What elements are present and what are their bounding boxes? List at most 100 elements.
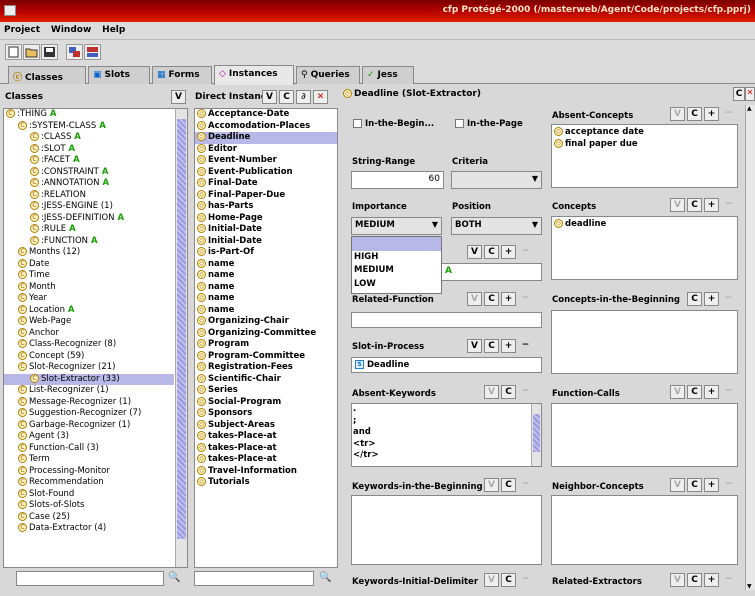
instance-list-item[interactable]: ◇ Organizing-Committee bbox=[195, 327, 337, 340]
function-calls-remove-button[interactable]: − bbox=[721, 385, 736, 399]
concepts-begin-add-button[interactable]: + bbox=[704, 292, 719, 306]
instance-list-item[interactable]: ◇ has-Parts bbox=[195, 201, 337, 213]
instance-list-item[interactable]: ◇ Event-Number bbox=[195, 155, 337, 167]
class-tree-item[interactable]: C Function-Call (3) bbox=[4, 442, 174, 455]
concepts-list[interactable]: ◇ deadline bbox=[551, 216, 738, 280]
function-calls-list[interactable] bbox=[551, 403, 738, 467]
neighbor-concepts-add-button[interactable]: + bbox=[704, 478, 719, 492]
absent-keywords-v-button[interactable]: V bbox=[484, 385, 499, 399]
instance-list-item[interactable]: ◇ Sponsors bbox=[195, 408, 337, 420]
related-extractors-add-button[interactable]: + bbox=[704, 573, 719, 587]
class-tree-item[interactable]: C:RELATION bbox=[4, 189, 174, 202]
related-extractors-remove-button[interactable]: − bbox=[721, 573, 736, 587]
position-select[interactable]: BOTH ▼ bbox=[451, 217, 542, 235]
absent-concepts-list[interactable]: ◇ acceptance date ◇ final paper due bbox=[551, 124, 738, 188]
concepts-add-button[interactable]: + bbox=[704, 198, 719, 212]
class-tree-item[interactable]: C:JESS-ENGINE (1) bbox=[4, 201, 174, 213]
instance-list-item[interactable]: ◇ Accomodation-Places bbox=[195, 120, 337, 133]
class-tree[interactable]: C:THING A C:SYSTEM-CLASS A C:CLASS A C:SLOT… bbox=[3, 108, 188, 568]
instance-list-item[interactable]: ◇ name bbox=[195, 293, 337, 305]
instance-list-item[interactable]: ◇ Home-Page bbox=[195, 212, 337, 225]
instance-list-item[interactable]: ◇ name bbox=[195, 304, 337, 317]
keywords-begin-remove-button[interactable]: − bbox=[518, 478, 533, 492]
class-tree-item[interactable]: C Slots-of-Slots bbox=[4, 500, 174, 512]
class-tree-item[interactable]: C Message-Recognizer (1) bbox=[4, 396, 174, 409]
neighbor-concepts-list[interactable] bbox=[551, 495, 738, 565]
instance-search-input[interactable] bbox=[194, 571, 314, 586]
absent-keyword-item[interactable]: . bbox=[353, 404, 523, 416]
keywords-begin-v-button[interactable]: V bbox=[484, 478, 499, 492]
neighbor-concepts-v-button[interactable]: V bbox=[670, 478, 685, 492]
class-tree-item[interactable]: C Concept (59) bbox=[4, 350, 174, 363]
instance-list-item[interactable]: ◇ takes-Place-at bbox=[195, 431, 337, 443]
class-tree-item[interactable]: C Data-Extractor (4) bbox=[4, 523, 174, 535]
scroll-down-icon[interactable]: ▼ bbox=[747, 583, 752, 590]
keywords-begin-list[interactable] bbox=[351, 495, 542, 565]
cascade-windows-icon[interactable] bbox=[66, 44, 83, 60]
absent-keyword-item[interactable]: ; bbox=[353, 416, 523, 428]
open-project-icon[interactable] bbox=[23, 44, 40, 60]
tile-windows-icon[interactable] bbox=[84, 44, 101, 60]
absent-concepts-remove-button[interactable]: − bbox=[721, 107, 736, 121]
concepts-v-button[interactable]: V bbox=[670, 198, 685, 212]
class-tree-scrollbar[interactable] bbox=[175, 109, 187, 567]
instance-list-item[interactable]: ◇ takes-Place-at bbox=[195, 442, 337, 455]
importance-option[interactable] bbox=[352, 237, 441, 251]
view-class-button[interactable]: V bbox=[171, 90, 186, 104]
absent-keywords-remove-button[interactable]: − bbox=[518, 385, 533, 399]
tab-classes[interactable]: ⓒ Classes bbox=[8, 66, 86, 84]
view-instance-button[interactable]: V bbox=[262, 90, 277, 104]
absent-keywords-c-button[interactable]: C bbox=[501, 385, 516, 399]
related-function-v-button[interactable]: V bbox=[467, 292, 482, 306]
related-function-add-button[interactable]: + bbox=[501, 292, 516, 306]
tab-slots[interactable]: ▣ Slots bbox=[88, 66, 150, 84]
concept-item[interactable]: ◇ acceptance date bbox=[554, 127, 644, 139]
class-tree-item[interactable]: C:RULE A bbox=[4, 224, 174, 236]
class-tree-item[interactable]: C Processing-Monitor bbox=[4, 465, 174, 478]
slot-add-button[interactable]: + bbox=[501, 245, 516, 259]
delete-instance-button[interactable]: ✕ bbox=[313, 90, 328, 104]
keywords-begin-c-button[interactable]: C bbox=[501, 478, 516, 492]
class-tree-item[interactable]: C Date bbox=[4, 258, 174, 271]
instance-list-item[interactable]: ◇ Travel-Information bbox=[195, 465, 337, 478]
importance-option[interactable]: HIGH bbox=[352, 251, 441, 265]
concepts-c-button[interactable]: C bbox=[687, 198, 702, 212]
window-menu-icon[interactable] bbox=[4, 5, 16, 16]
neighbor-concepts-c-button[interactable]: C bbox=[687, 478, 702, 492]
class-tree-scroll-thumb[interactable] bbox=[177, 119, 186, 539]
instance-list-item[interactable]: ◇ Registration-Fees bbox=[195, 362, 337, 374]
class-tree-item[interactable]: C Anchor bbox=[4, 327, 174, 340]
function-calls-c-button[interactable]: C bbox=[687, 385, 702, 399]
importance-option[interactable]: LOW bbox=[352, 278, 441, 292]
in-the-page-checkbox[interactable]: In-the-Page bbox=[455, 119, 523, 129]
instance-list-item[interactable]: ◇ Final-Date bbox=[195, 178, 337, 190]
instance-list-item[interactable]: ◇ Social-Program bbox=[195, 396, 337, 409]
instance-list-item[interactable]: ◇ Initial-Date bbox=[195, 235, 337, 248]
concepts-remove-button[interactable]: − bbox=[721, 198, 736, 212]
form-c-button[interactable]: C bbox=[733, 87, 745, 101]
related-extractors-c-button[interactable]: C bbox=[687, 573, 702, 587]
class-tree-item[interactable]: C:FACET A bbox=[4, 155, 174, 167]
instance-list-item[interactable]: ◇ name bbox=[195, 270, 337, 282]
instance-list-item[interactable]: ◇ Initial-Date bbox=[195, 224, 337, 236]
class-tree-item[interactable]: C:CLASS A bbox=[4, 132, 174, 144]
scroll-up-icon[interactable]: ▲ bbox=[747, 105, 752, 112]
instance-list-item[interactable]: ◇ Editor bbox=[195, 143, 337, 156]
related-function-c-button[interactable]: C bbox=[484, 292, 499, 306]
tab-instances[interactable]: ◇ Instances bbox=[214, 65, 294, 85]
class-tree-item[interactable]: C:FUNCTION A bbox=[4, 235, 174, 248]
slot-in-process-field[interactable]: S Deadline bbox=[351, 357, 542, 373]
class-tree-item[interactable]: C:JESS-DEFINITION A bbox=[4, 212, 174, 225]
instance-list-item[interactable]: ◇ Acceptance-Date bbox=[195, 109, 337, 121]
class-tree-item[interactable]: C:THING A bbox=[4, 109, 174, 121]
string-range-field[interactable]: 60 bbox=[351, 171, 444, 189]
class-tree-item[interactable]: C:SLOT A bbox=[4, 143, 174, 156]
instance-list-item[interactable]: ◇ Program-Committee bbox=[195, 350, 337, 363]
find-class-icon[interactable]: 🔍 bbox=[168, 572, 180, 583]
class-tree-item[interactable]: C Months (12) bbox=[4, 247, 174, 259]
class-tree-item[interactable]: C List-Recognizer (1) bbox=[4, 385, 174, 397]
absent-keyword-item[interactable]: <tr> bbox=[353, 439, 523, 451]
reference-instance-icon[interactable]: ∂ bbox=[296, 90, 311, 104]
class-tree-item[interactable]: C Recommendation bbox=[4, 477, 174, 489]
class-tree-item[interactable]: C:CONSTRAINT A bbox=[4, 166, 174, 179]
